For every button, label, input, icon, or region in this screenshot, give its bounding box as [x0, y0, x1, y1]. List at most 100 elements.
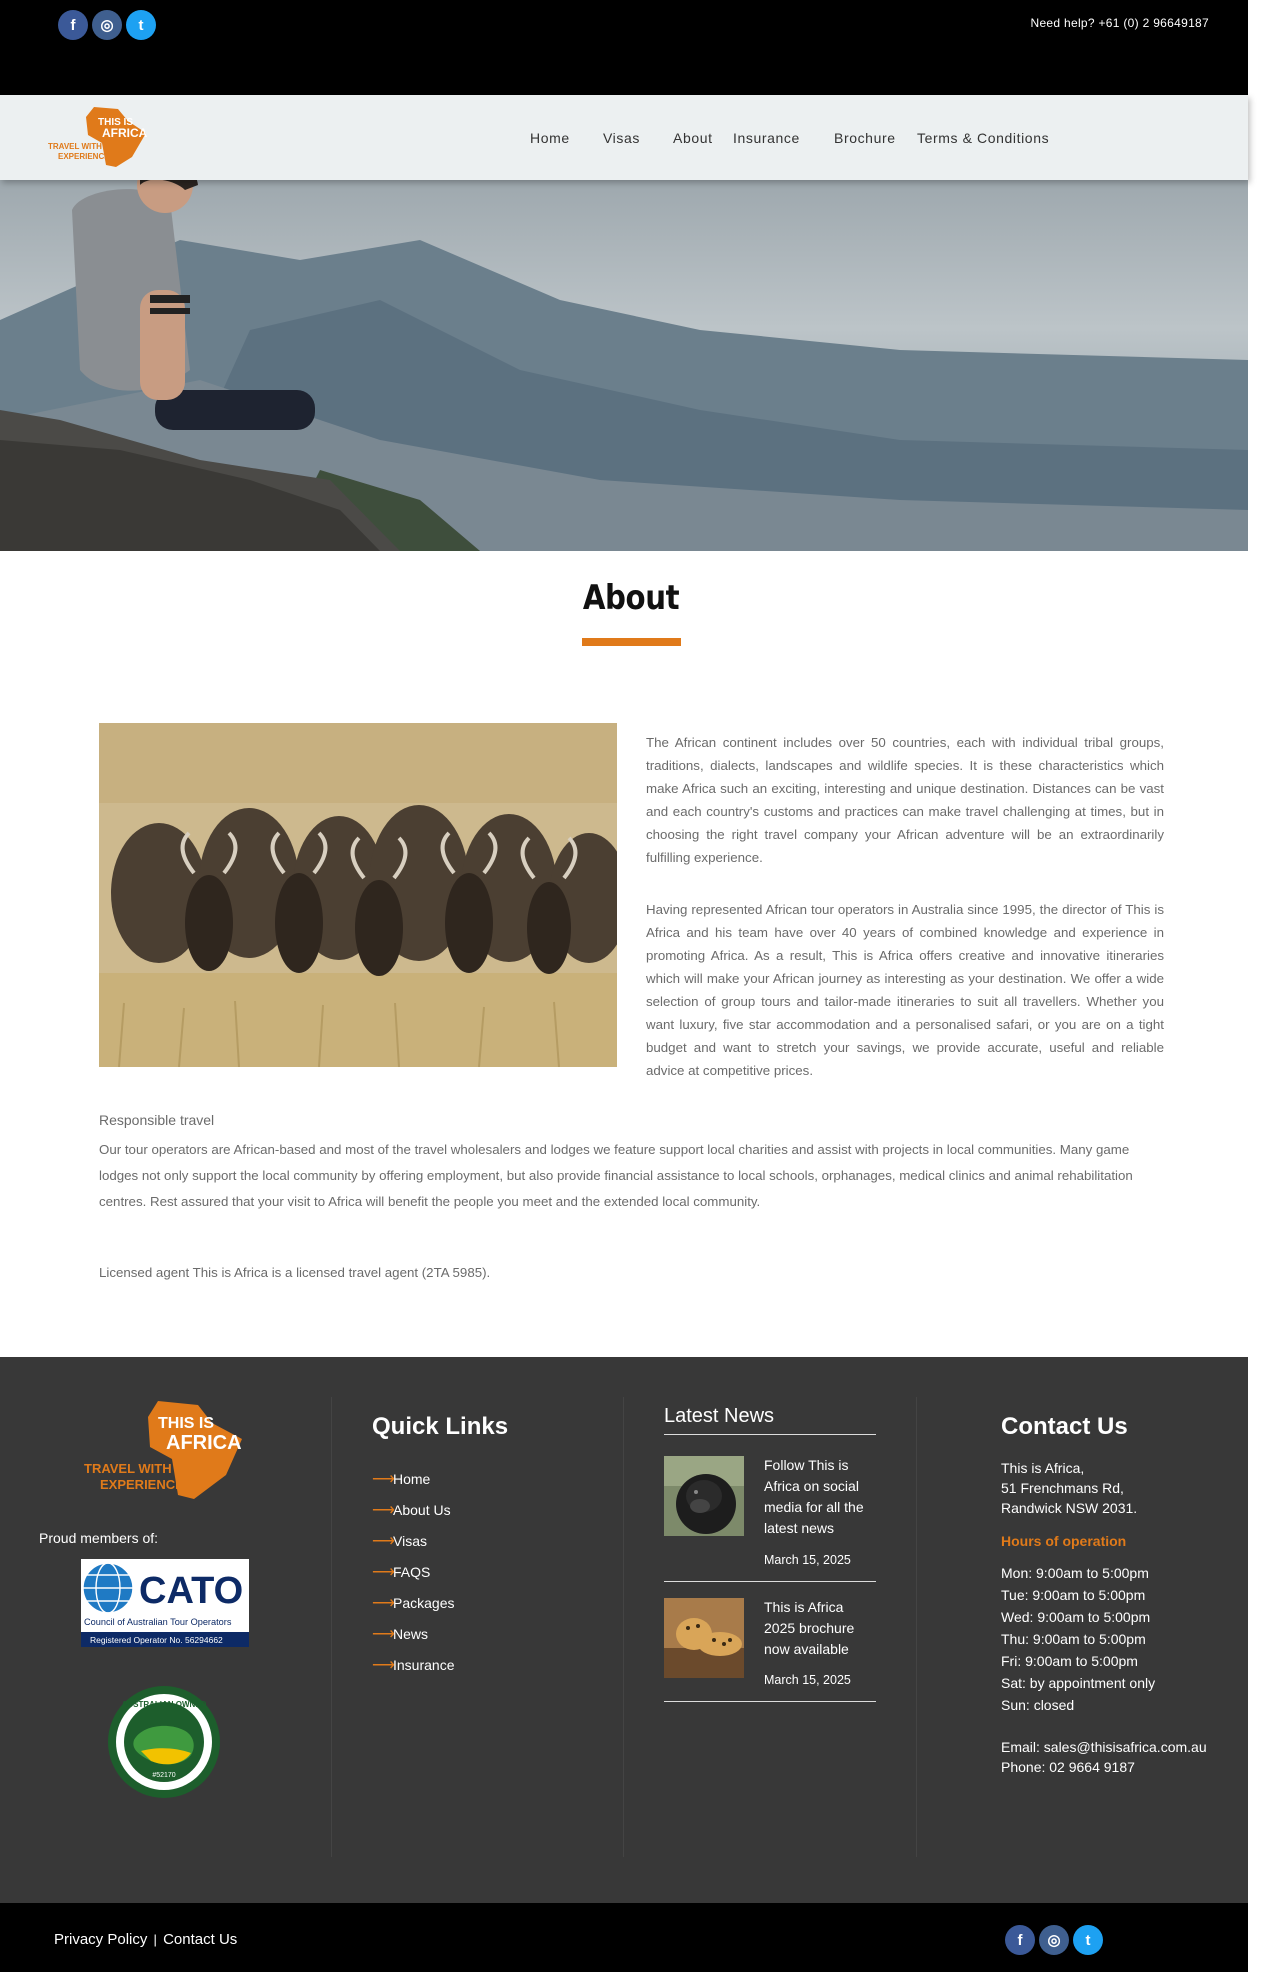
- contact-email[interactable]: Email: sales@thisisafrica.com.au: [1001, 1737, 1207, 1757]
- quick-links-list: ⟶ Home ⟶ About Us ⟶ Visas ⟶ FAQS ⟶ Packages ⟶…: [372, 1463, 454, 1680]
- help-phone: Need help? +61 (0) 2 96649187: [1030, 16, 1209, 30]
- nav-visas[interactable]: Visas: [603, 130, 640, 146]
- bottom-social-links: f ◎ t: [1005, 1925, 1103, 1955]
- hours-line: Tue: 9:00am to 5:00pm: [1001, 1587, 1146, 1603]
- cato-name: CATO: [139, 1570, 243, 1612]
- australian-owned-badge: AUSTRALIAN OWNED #52170: [108, 1686, 220, 1798]
- responsible-travel-heading: Responsible travel: [99, 1112, 215, 1128]
- footer-logo-tagline2: EXPERIENCE: [100, 1477, 184, 1492]
- footer-logo-tagline1: TRAVEL WITH: [84, 1461, 172, 1476]
- hours-line: Wed: 9:00am to 5:00pm: [1001, 1609, 1151, 1625]
- arrow-right-icon: ⟶: [372, 1625, 395, 1643]
- latest-news-title: Latest News: [664, 1405, 775, 1427]
- about-paragraph-1: The African continent includes over 50 c…: [646, 735, 1164, 865]
- arrow-right-icon: ⟶: [372, 1656, 395, 1674]
- footer-divider: [331, 1397, 332, 1857]
- main-navbar: THIS IS AFRICA TRAVEL WITH EXPERIENCE Ho…: [0, 95, 1248, 180]
- footer-divider: [623, 1397, 624, 1857]
- footer: THIS IS AFRICA TRAVEL WITH EXPERIENCE Pr…: [0, 1357, 1248, 1903]
- twitter-icon[interactable]: t: [126, 10, 156, 40]
- news-item-title[interactable]: Follow This is Africa on social media fo…: [764, 1455, 876, 1539]
- footer-logo[interactable]: THIS IS AFRICA TRAVEL WITH EXPERIENCE: [80, 1397, 250, 1501]
- footer-logo-line1: THIS IS: [158, 1415, 214, 1432]
- news-divider: [664, 1581, 876, 1582]
- bottom-bar: Privacy Policy | Contact Us f ◎ t: [0, 1903, 1248, 1972]
- news-item-date: March 15, 2025: [764, 1553, 851, 1567]
- hero-landscape: [0, 180, 1248, 551]
- instagram-icon[interactable]: ◎: [92, 10, 122, 40]
- contact-phone[interactable]: Phone: 02 9664 9187: [1001, 1757, 1135, 1777]
- address-line: This is Africa,: [1001, 1460, 1085, 1476]
- contact-us-title: Contact Us: [1001, 1413, 1128, 1440]
- hours-line: Sat: by appointment only: [1001, 1675, 1156, 1691]
- site-logo[interactable]: THIS IS AFRICA TRAVEL WITH EXPERIENCE: [48, 105, 150, 169]
- wildebeest-image: [99, 723, 617, 1067]
- news-item-title[interactable]: This is Africa 2025 brochure now availab…: [764, 1597, 876, 1660]
- proud-members-label: Proud members of:: [39, 1530, 159, 1546]
- footer-divider: [916, 1397, 917, 1857]
- cato-logo: CATO Council of Australian Tour Operator…: [81, 1559, 249, 1647]
- aus-badge-text: AUSTRALIAN OWNED: [122, 1700, 207, 1709]
- quick-link-news[interactable]: ⟶ News: [372, 1618, 454, 1649]
- about-paragraph-2: Having represented African tour operator…: [646, 902, 1164, 1078]
- title-underline: [582, 638, 681, 646]
- footer-logo-line2: AFRICA: [166, 1432, 242, 1454]
- news-item-date: March 15, 2025: [764, 1673, 851, 1687]
- arrow-right-icon: ⟶: [372, 1532, 395, 1550]
- facebook-icon[interactable]: f: [1005, 1925, 1035, 1955]
- facebook-icon[interactable]: f: [58, 10, 88, 40]
- arrow-right-icon: ⟶: [372, 1501, 395, 1519]
- logo-tagline2: EXPERIENCE: [58, 152, 110, 161]
- quick-link-label: Insurance: [393, 1656, 455, 1673]
- contact-us-link[interactable]: Contact Us: [163, 1931, 237, 1948]
- logo-line2: AFRICA: [102, 126, 148, 140]
- quick-link-about-us[interactable]: ⟶ About Us: [372, 1494, 454, 1525]
- quick-link-label: Packages: [393, 1594, 455, 1611]
- news-divider: [664, 1701, 876, 1702]
- hero-image: [0, 180, 1248, 551]
- aus-badge-number: #52170: [152, 1772, 175, 1779]
- privacy-policy-link[interactable]: Privacy Policy: [54, 1931, 147, 1948]
- address-line: 51 Frenchmans Rd,: [1001, 1480, 1124, 1496]
- cato-registration: Registered Operator No. 56294662: [90, 1635, 223, 1645]
- quick-link-insurance[interactable]: ⟶ Insurance: [372, 1649, 454, 1680]
- news-divider: [664, 1434, 876, 1435]
- cato-full-name: Council of Australian Tour Operators: [84, 1617, 232, 1627]
- instagram-icon[interactable]: ◎: [1039, 1925, 1069, 1955]
- top-bar: f ◎ t Need help? +61 (0) 2 96649187: [0, 0, 1248, 95]
- quick-link-faqs[interactable]: ⟶ FAQS: [372, 1556, 454, 1587]
- hours-line: Fri: 9:00am to 5:00pm: [1001, 1653, 1138, 1669]
- top-social-links: f ◎ t: [58, 10, 156, 40]
- quick-link-home[interactable]: ⟶ Home: [372, 1463, 454, 1494]
- quick-link-label: News: [393, 1625, 429, 1642]
- link-separator: |: [153, 1932, 157, 1947]
- quick-link-label: Visas: [393, 1532, 427, 1549]
- news-thumb-gorilla[interactable]: [664, 1456, 744, 1536]
- page-title: About: [582, 578, 680, 618]
- arrow-right-icon: ⟶: [372, 1594, 395, 1612]
- quick-link-label: FAQS: [393, 1563, 431, 1580]
- nav-terms[interactable]: Terms & Conditions: [917, 130, 1049, 146]
- arrow-right-icon: ⟶: [372, 1470, 395, 1488]
- legal-links: Privacy Policy | Contact Us: [54, 1931, 237, 1948]
- nav-brochure[interactable]: Brochure: [834, 130, 896, 146]
- logo-tagline1: TRAVEL WITH: [48, 142, 102, 151]
- quick-link-visas[interactable]: ⟶ Visas: [372, 1525, 454, 1556]
- news-thumb-leopard[interactable]: [664, 1598, 744, 1678]
- nav-home[interactable]: Home: [530, 130, 570, 146]
- hours-line: Sun: closed: [1001, 1697, 1075, 1713]
- hours-line: Mon: 9:00am to 5:00pm: [1001, 1565, 1149, 1581]
- arrow-right-icon: ⟶: [372, 1563, 395, 1581]
- nav-insurance[interactable]: Insurance: [733, 130, 800, 146]
- quick-links-title: Quick Links: [372, 1413, 509, 1440]
- twitter-icon[interactable]: t: [1073, 1925, 1103, 1955]
- nav-about[interactable]: About: [673, 130, 713, 146]
- responsible-travel-text: Our tour operators are African-based and…: [99, 1142, 1133, 1209]
- quick-link-packages[interactable]: ⟶ Packages: [372, 1587, 454, 1618]
- quick-link-label: Home: [393, 1470, 431, 1487]
- quick-link-label: About Us: [393, 1501, 451, 1518]
- hours-title: Hours of operation: [1001, 1533, 1127, 1549]
- address-line: Randwick NSW 2031.: [1001, 1500, 1138, 1516]
- license-text: Licensed agent This is Africa is a licen…: [99, 1265, 491, 1280]
- hours-line: Thu: 9:00am to 5:00pm: [1001, 1631, 1146, 1647]
